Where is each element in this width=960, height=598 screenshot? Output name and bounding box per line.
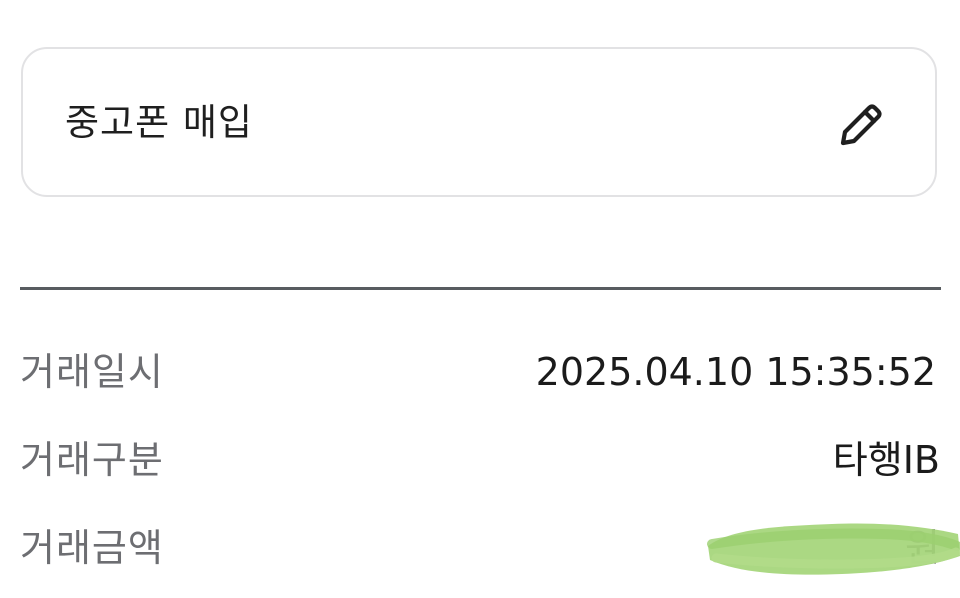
pencil-icon <box>840 104 882 146</box>
amount-label: 거래금액 <box>20 526 164 570</box>
edit-memo-button[interactable] <box>835 99 887 151</box>
datetime-value: 2025.04.10 15:35:52 <box>535 350 936 394</box>
memo-card: 중고폰 매입 <box>21 47 937 197</box>
datetime-label: 거래일시 <box>20 350 164 394</box>
detail-row-amount: 거래금액 원 <box>20 520 940 576</box>
type-value: 타행IB <box>832 438 940 482</box>
type-label: 거래구분 <box>20 438 164 482</box>
detail-row-type: 거래구분 타행IB <box>20 432 940 488</box>
memo-title: 중고폰 매입 <box>65 101 253 144</box>
detail-row-datetime: 거래일시 2025.04.10 15:35:52 <box>20 344 940 400</box>
section-divider <box>20 287 941 290</box>
amount-value-fragment: 원 <box>905 526 940 570</box>
